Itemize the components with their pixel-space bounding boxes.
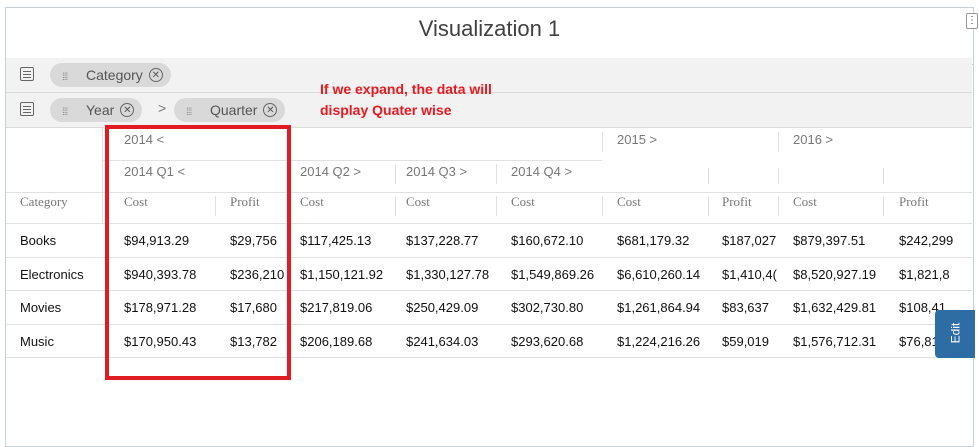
edit-tab-button[interactable]: Edit (935, 310, 975, 358)
drag-handle-icon[interactable]: ⁞⁞⁞ (186, 101, 200, 125)
table-cell: $1,410,4( (722, 267, 777, 282)
annotation-text: If we expand, the data will display Quat… (320, 79, 492, 121)
highlight-box (105, 125, 291, 380)
profit-header: Profit (899, 194, 929, 209)
cost-header: Cost (511, 194, 535, 209)
table-cell: $83,637 (722, 300, 769, 315)
grid-rule (883, 196, 884, 216)
table-cell: $681,179.32 (617, 233, 690, 248)
table-cell: $1,632,429.81 (793, 300, 877, 315)
quarter-q3-header[interactable]: 2014 Q3 > (406, 164, 467, 179)
annotation-line-2: display Quater wise (320, 102, 452, 118)
year-pill-label: Year (86, 102, 115, 118)
table-cell: $8,520,927.19 (793, 267, 877, 282)
drag-handle-icon[interactable]: ⁞⁞⁞ (62, 101, 76, 125)
annotation-line-1: If we expand, the data will (320, 81, 492, 97)
table-cell: $1,150,121.92 (300, 267, 384, 282)
edit-tab-label: Edit (948, 322, 963, 344)
row-category: Books (20, 233, 57, 248)
quarter-q4-header[interactable]: 2014 Q4 > (511, 164, 572, 179)
cost-header: Cost (300, 194, 324, 209)
row-category: Music (20, 334, 54, 349)
grid-rule (708, 196, 709, 216)
cost-header: Cost (617, 194, 641, 209)
drag-handle-icon[interactable]: ⁞⁞⁞ (62, 66, 76, 90)
profit-header: Profit (722, 194, 752, 209)
quarter-pill-label: Quarter (210, 102, 258, 118)
category-pill-label: Category (86, 67, 143, 83)
quarter-q2-header[interactable]: 2014 Q2 > (300, 164, 361, 179)
rows-shelf-icon (20, 67, 34, 81)
grid-rule (883, 168, 884, 184)
table-cell: $1,261,864.94 (617, 300, 701, 315)
grid-rule (602, 196, 603, 216)
table-cell: $76,81 (899, 334, 939, 349)
grid-rule (778, 168, 779, 184)
grid-rule (602, 132, 603, 152)
table-cell: $241,634.03 (406, 334, 479, 349)
columns-shelf-icon (20, 102, 34, 116)
table-cell: $242,299 (899, 233, 954, 248)
table-cell: $1,576,712.31 (793, 334, 877, 349)
year-2016-header[interactable]: 2016 > (793, 132, 833, 147)
quarter-pill[interactable]: ⁞⁞⁞ Quarter ✕ (174, 98, 286, 125)
grid-rule (496, 196, 497, 216)
table-cell: $879,397.51 (793, 233, 866, 248)
table-cell: $217,819.06 (300, 300, 373, 315)
row-category: Movies (20, 300, 62, 315)
table-cell: $6,610,260.14 (617, 267, 701, 282)
table-cell: $250,429.09 (406, 300, 479, 315)
category-pill[interactable]: ⁞⁞⁞ Category ✕ (50, 63, 171, 87)
panel-menu-icon[interactable]: ⋮ (966, 13, 978, 29)
cost-header: Cost (406, 194, 430, 209)
remove-quarter-icon[interactable]: ✕ (263, 103, 278, 118)
cost-header: Cost (793, 194, 817, 209)
table-cell: $206,189.68 (300, 334, 373, 349)
grid-rule (708, 168, 709, 184)
table-cell: $187,027 (722, 233, 777, 248)
table-cell: $137,228.77 (406, 233, 479, 248)
grid-rule (395, 164, 396, 184)
grid-rule (496, 164, 497, 184)
category-column-header: Category (20, 194, 68, 209)
table-cell: $1,821,8 (899, 267, 950, 282)
table-cell: $293,620.68 (511, 334, 584, 349)
grid-rule (778, 196, 779, 216)
remove-category-icon[interactable]: ✕ (148, 68, 163, 83)
remove-year-icon[interactable]: ✕ (120, 103, 135, 118)
row-category: Electronics (20, 267, 84, 282)
year-2015-header[interactable]: 2015 > (617, 132, 657, 147)
table-cell: $1,330,127.78 (406, 267, 490, 282)
table-cell: $1,549,869.26 (511, 267, 595, 282)
hierarchy-chevron-icon: > (158, 100, 167, 116)
table-cell: $59,019 (722, 334, 769, 349)
grid-rule (778, 132, 779, 152)
grid-rule (395, 196, 396, 216)
grid-rule (102, 128, 103, 224)
table-cell: $302,730.80 (511, 300, 584, 315)
table-cell: $1,224,216.26 (617, 334, 701, 349)
year-pill[interactable]: ⁞⁞⁞ Year ✕ (50, 98, 143, 125)
table-cell: $117,425.13 (300, 233, 372, 248)
table-cell: $160,672.10 (511, 233, 584, 248)
visualization-title: Visualization 1 (418, 16, 561, 41)
